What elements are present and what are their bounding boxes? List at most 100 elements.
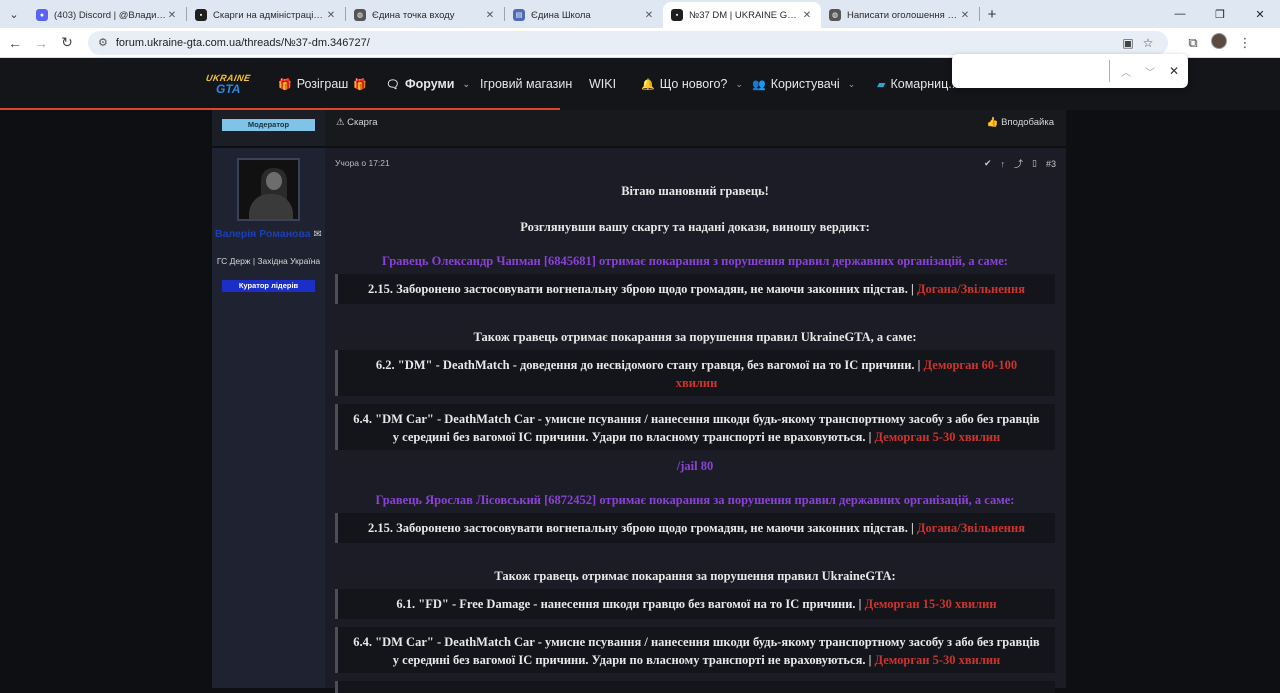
penalty-text: Деморган 5-30 хвилин (874, 653, 1001, 667)
minimize-icon[interactable]: — (1160, 0, 1200, 28)
chevron-down-icon[interactable]: ﹀ (1138, 64, 1162, 79)
warning-icon: ⚠ (336, 117, 345, 128)
discord-favicon-icon: ● (36, 9, 48, 21)
chevron-down-icon[interactable]: ⌄ (848, 79, 856, 90)
nav-label: Що нового? (659, 77, 728, 91)
browser-tab[interactable]: ● (403) Discord | @Владислав Д... ✕ (28, 2, 186, 28)
close-tab-icon[interactable]: ✕ (643, 10, 655, 21)
user-avatar[interactable] (237, 158, 300, 221)
forum-post: Валерія Романова ✉ ГС Держ | Західна Укр… (212, 148, 1066, 693)
chat-bubble-icon: 🗨 (386, 78, 400, 91)
nav-user-account[interactable]: ▰ Комарниц... (877, 77, 959, 91)
close-tab-icon[interactable]: ✕ (325, 10, 337, 21)
share-icon[interactable]: ⤴ (1014, 157, 1023, 170)
penalty-text: Догана/Звільнення (916, 521, 1025, 535)
globe-favicon-icon: ◍ (354, 9, 366, 21)
close-tab-icon[interactable]: ✕ (801, 10, 813, 21)
close-tab-icon[interactable]: ✕ (959, 10, 971, 21)
back-button[interactable]: ← (2, 30, 28, 56)
window-controls: — ❐ ✕ (1160, 0, 1280, 28)
browser-tab[interactable]: ▤ Єдина Школа ✕ (505, 2, 663, 28)
arrow-up-icon[interactable]: ↑ (1001, 159, 1006, 169)
post-number[interactable]: #3 (1046, 159, 1056, 169)
chevron-up-icon[interactable]: ︿ (1114, 64, 1138, 79)
url-text: forum.ukraine-gta.com.ua/threads/№37-dm.… (115, 36, 370, 49)
nav-label: Розіграш (296, 77, 349, 91)
extensions-icon[interactable]: ⧉ (1180, 35, 1206, 51)
player2-fd-quote: 6.1. "FD" - Free Damage - нанесення шкод… (335, 589, 1055, 619)
chevron-down-icon[interactable]: ⌄ (735, 79, 743, 90)
role-badge: Модератор (222, 119, 315, 131)
previous-post-user-column: Модератор (212, 110, 325, 146)
gift-icon: 🎁 (278, 78, 292, 91)
bookmark-star-icon[interactable]: ☆ (1138, 36, 1158, 50)
like-link[interactable]: 👍 Вподобайка (987, 117, 1054, 128)
tab-title: №37 DM | UKRAINE GTA - Ігро... (689, 9, 801, 21)
gift-icon: 🎁 (353, 78, 368, 91)
nav-label: Ігровий магазин (480, 77, 573, 91)
message-pointer (325, 176, 332, 190)
rule-text: 6.1. "FD" - Free Damage - нанесення шкод… (396, 597, 862, 611)
restore-icon[interactable]: ❐ (1200, 0, 1240, 28)
browser-tab[interactable]: ◍ Єдина точка входу ✕ (346, 2, 504, 28)
like-label: Вподобайка (1001, 117, 1054, 128)
user-avatar-icon: ▰ (877, 78, 886, 91)
nav-game-store[interactable]: Ігровий магазин (480, 77, 572, 91)
player1-dm-quote: 6.2. "DM" - DeathMatch - доведення до не… (335, 350, 1055, 396)
find-input[interactable] (960, 60, 1110, 82)
browser-tab[interactable]: ▪ Скарги на адміністрацію | UKR... ✕ (187, 2, 345, 28)
school-favicon-icon: ▤ (513, 9, 525, 21)
thread-content: Модератор ⚠ Скарга 👍 Вподобайка Валерія … (0, 110, 1280, 693)
verdict-intro: Розглянувши вашу скаргу та надані докази… (520, 220, 870, 234)
rule-text: 6.2. "DM" - DeathMatch - доведення до не… (375, 358, 921, 372)
nav-label: Форуми (404, 77, 455, 91)
player1-heading: Гравець Олександр Чапман [6845681] отрим… (382, 254, 1008, 268)
nav-wiki[interactable]: WIKI (589, 77, 616, 91)
rule-text: 2.15. Заборонено застосовувати вогнепаль… (368, 282, 914, 296)
mail-icon: ✉ (313, 229, 322, 240)
nav-whats-new[interactable]: 🔔 Що нового? ⌄ (641, 77, 743, 91)
report-link[interactable]: ⚠ Скарга (336, 117, 378, 128)
greeting: Вітаю шановний гравець! (621, 184, 769, 198)
check-circle-icon[interactable]: ✔ (984, 158, 992, 169)
browser-tab[interactable]: ◍ Написати оголошення польс... ✕ (821, 2, 979, 28)
reload-button[interactable]: ↻ (54, 30, 80, 56)
previous-post-footer: Модератор ⚠ Скарга 👍 Вподобайка (212, 110, 1066, 146)
thumbs-up-icon: 👍 (986, 117, 999, 128)
player2-heading: Гравець Ярослав Лісовський [6872452] отр… (375, 493, 1015, 507)
bookmark-icon[interactable]: ▯ (1032, 158, 1037, 169)
find-in-page-bar: ︿ ﹀ ✕ (952, 54, 1188, 88)
close-window-icon[interactable]: ✕ (1240, 0, 1280, 28)
username[interactable]: Валерія Романова ✉ (212, 228, 325, 241)
report-label: Скарга (347, 117, 378, 128)
avatar-head-shape (266, 172, 282, 190)
player2-dmcar-quote: 6.4. "DM Car" - DeathMatch Car - умисне … (335, 627, 1055, 673)
close-find-icon[interactable]: ✕ (1162, 64, 1186, 78)
close-tab-icon[interactable]: ✕ (166, 10, 178, 21)
site-logo[interactable]: UKRAINE GTA (205, 73, 251, 99)
tab-title: Написати оголошення польс... (847, 9, 959, 21)
forward-button[interactable]: → (28, 30, 54, 56)
menu-dots-icon[interactable]: ⋮ (1232, 35, 1258, 51)
tab-search-button[interactable]: ⌄ (0, 0, 28, 28)
bell-icon: 🔔 (641, 78, 655, 91)
browser-tab-bar: ⌄ ● (403) Discord | @Владислав Д... ✕ ▪ … (0, 0, 1280, 28)
new-tab-button[interactable]: + (980, 0, 1004, 28)
username-text[interactable]: Валерія Романова (215, 228, 311, 240)
globe-favicon-icon: ◍ (829, 9, 841, 21)
profile-avatar[interactable] (1206, 33, 1232, 52)
ukraine-gta-favicon-icon: ▪ (671, 9, 683, 21)
post-timestamp[interactable]: Учора о 17:21 (335, 158, 390, 168)
nav-giveaway[interactable]: 🎁 Розіграш 🎁 (278, 77, 372, 91)
nav-users[interactable]: 👥 Користувачі ⌄ (752, 77, 855, 91)
page-info-icon[interactable]: ▣ (1118, 36, 1138, 50)
site-info-icon[interactable]: ⚙ (98, 36, 108, 49)
rule-text: 2.15. Заборонено застосовувати вогнепаль… (368, 521, 914, 535)
browser-tab-active[interactable]: ▪ №37 DM | UKRAINE GTA - Ігро... ✕ (663, 2, 821, 28)
penalty-text: Деморган 5-30 хвилин (874, 430, 1001, 444)
chevron-down-icon[interactable]: ⌄ (462, 79, 470, 90)
close-tab-icon[interactable]: ✕ (484, 10, 496, 21)
nav-forums[interactable]: 🗨 Форуми ⌄ (386, 77, 470, 91)
address-bar[interactable]: ⚙ forum.ukraine-gta.com.ua/threads/№37-d… (88, 30, 1168, 55)
toolbar-right: ⧉ ⋮ (1180, 33, 1258, 52)
